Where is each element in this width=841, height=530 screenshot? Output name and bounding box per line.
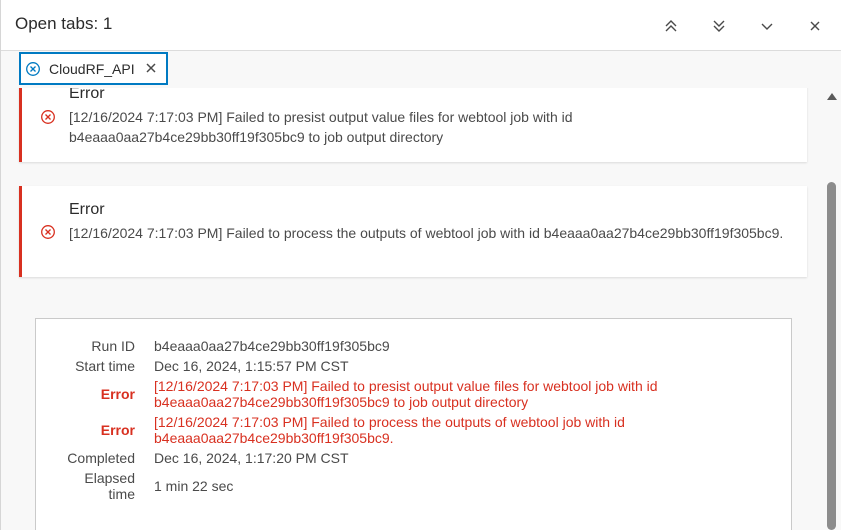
close-icon bbox=[146, 63, 156, 73]
error-label: Error bbox=[100, 386, 135, 402]
message-card: Error [12/16/2024 7:17:03 PM] Failed to … bbox=[19, 88, 807, 162]
panel-title: Open tabs: 1 bbox=[15, 14, 113, 33]
message-title: Error bbox=[69, 88, 105, 102]
run-id-value: b4eaaa0aa27b4ce29bb30ff19f305bc9 bbox=[154, 338, 390, 354]
error-value: [12/16/2024 7:17:03 PM] Failed to presis… bbox=[154, 378, 658, 410]
tab-label: CloudRF_API bbox=[49, 60, 135, 77]
close-panel-button[interactable] bbox=[801, 12, 829, 40]
run-id-label: Run ID bbox=[91, 338, 135, 354]
panel-header: Open tabs: 1 bbox=[1, 0, 841, 51]
vertical-scrollbar[interactable] bbox=[823, 88, 841, 530]
tab-cloudrf-api[interactable]: CloudRF_API bbox=[19, 52, 168, 85]
expand-all-button[interactable] bbox=[705, 12, 733, 40]
elapsed-value: 1 min 22 sec bbox=[154, 478, 234, 494]
scroll-up-arrow-icon[interactable] bbox=[827, 93, 837, 100]
message-text: [12/16/2024 7:17:03 PM] Failed to presis… bbox=[69, 109, 573, 145]
error-icon bbox=[40, 224, 56, 240]
error-circle-icon bbox=[25, 61, 41, 77]
start-time-label: Start time bbox=[75, 358, 135, 374]
job-summary: Run ID b4eaaa0aa27b4ce29bb30ff19f305bc9 … bbox=[35, 318, 792, 530]
messages-content: Error [12/16/2024 7:17:03 PM] Failed to … bbox=[1, 88, 823, 530]
close-icon bbox=[810, 21, 820, 31]
message-title: Error bbox=[69, 201, 105, 218]
message-card: Error [12/16/2024 7:17:03 PM] Failed to … bbox=[19, 186, 807, 277]
chevron-down-icon bbox=[761, 23, 773, 30]
chevrons-up-icon bbox=[665, 20, 677, 32]
start-time-value: Dec 16, 2024, 1:15:57 PM CST bbox=[154, 358, 349, 374]
error-label: Error bbox=[100, 422, 135, 438]
chevrons-down-icon bbox=[713, 20, 725, 32]
job-messages-panel: Open tabs: 1 CloudRF_API Error [12/16/20… bbox=[0, 0, 841, 530]
error-icon bbox=[40, 109, 56, 125]
message-text: [12/16/2024 7:17:03 PM] Failed to proces… bbox=[69, 225, 784, 241]
error-value: [12/16/2024 7:17:03 PM] Failed to proces… bbox=[154, 414, 625, 446]
collapse-all-button[interactable] bbox=[657, 12, 685, 40]
tab-bar: CloudRF_API bbox=[1, 51, 841, 88]
completed-value: Dec 16, 2024, 1:17:20 PM CST bbox=[154, 450, 349, 466]
tab-close-button[interactable] bbox=[144, 61, 158, 75]
completed-label: Completed bbox=[67, 450, 135, 466]
elapsed-label: Elapsed time bbox=[84, 470, 135, 502]
collapse-panel-button[interactable] bbox=[753, 12, 781, 40]
scroll-thumb[interactable] bbox=[827, 182, 836, 530]
